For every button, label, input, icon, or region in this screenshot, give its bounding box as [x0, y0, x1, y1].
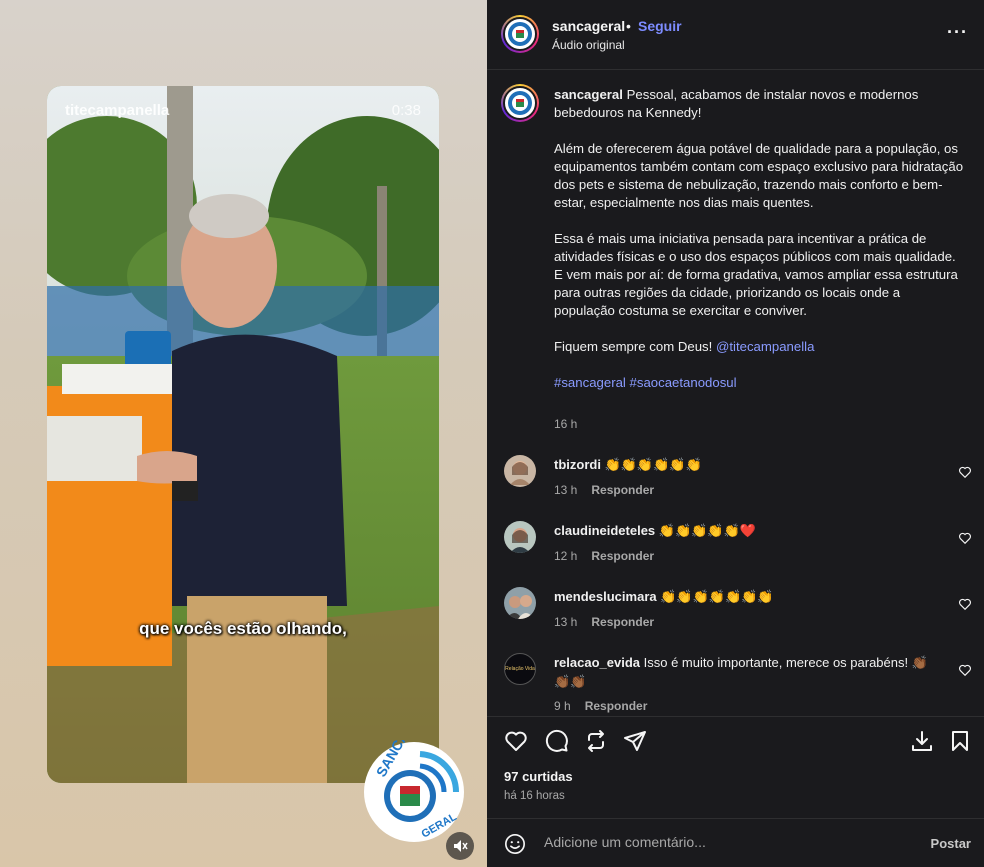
- sanca-logo-icon: [508, 91, 532, 115]
- reply-button[interactable]: Responder: [585, 699, 648, 713]
- download-icon[interactable]: [910, 729, 934, 753]
- share-icon[interactable]: [623, 729, 647, 753]
- comment-time: 13 h: [554, 615, 578, 629]
- media-panel: titecampanella 0:38 que vocês estão olha…: [0, 0, 487, 867]
- caption-paragraph-4: Fiquem sempre com Deus!: [554, 339, 713, 354]
- sanca-geral-logo: SANCA GERAL: [364, 740, 464, 842]
- commenter-avatar[interactable]: Relação Vida: [504, 653, 536, 685]
- comment-time: 12 h: [554, 549, 578, 563]
- comment-meta: 13 h Responder: [554, 615, 654, 629]
- mention-link[interactable]: @titecampanella: [716, 339, 814, 354]
- author-username[interactable]: sancageral: [552, 18, 625, 34]
- comment-text: claudineideteles 👏👏👏👏👏❤️: [554, 521, 944, 540]
- sanca-logo-icon: [508, 22, 532, 46]
- more-options-icon[interactable]: ···: [947, 22, 968, 43]
- comment-body: 👏👏👏👏👏❤️: [658, 523, 756, 538]
- post-header: sancageral • Seguir Áudio original ···: [487, 0, 984, 70]
- comment-meta: 12 h Responder: [554, 549, 654, 563]
- speaker-muted-icon: [454, 840, 468, 852]
- comment-time: 13 h: [554, 483, 578, 497]
- comment-text: tbizordi 👏👏👏👏👏👏: [554, 455, 944, 474]
- video-frame: [47, 86, 439, 783]
- video-player[interactable]: titecampanella 0:38 que vocês estão olha…: [47, 86, 439, 783]
- comment-input[interactable]: [544, 834, 904, 850]
- follow-button[interactable]: Seguir: [638, 18, 682, 34]
- reply-button[interactable]: Responder: [591, 615, 654, 629]
- commenter-avatar[interactable]: [504, 521, 536, 553]
- likes-count[interactable]: 97 curtidas: [504, 769, 573, 784]
- commenter-username[interactable]: claudineideteles: [554, 523, 655, 538]
- comment-meta: 9 h Responder: [554, 699, 647, 713]
- caption-paragraph-2: Além de oferecerem água potável de quali…: [554, 141, 964, 210]
- commenter-username[interactable]: relacao_evida: [554, 655, 640, 670]
- comment-text: mendeslucimara 👏👏👏👏👏👏👏: [554, 587, 944, 606]
- caption-username[interactable]: sancageral: [554, 87, 623, 102]
- action-bar: [487, 716, 984, 764]
- post-time: 16 h: [554, 417, 578, 431]
- bookmark-icon[interactable]: [948, 729, 972, 753]
- comment-body: 👏👏👏👏👏👏👏: [660, 589, 774, 604]
- comment-time: 9 h: [554, 699, 571, 713]
- separator-dot: •: [626, 18, 631, 34]
- commenter-avatar[interactable]: [504, 587, 536, 619]
- comment-icon[interactable]: [545, 729, 569, 753]
- video-caption: que vocês estão olhando,: [139, 619, 347, 638]
- post-comment-button[interactable]: Postar: [931, 836, 971, 851]
- repost-icon[interactable]: [584, 729, 608, 753]
- reply-button[interactable]: Responder: [591, 549, 654, 563]
- like-comment-heart-icon[interactable]: [958, 465, 972, 479]
- comment-text: relacao_evida Isso é muito importante, m…: [554, 653, 944, 691]
- commenter-username[interactable]: tbizordi: [554, 457, 601, 472]
- comment-meta: 13 h Responder: [554, 483, 654, 497]
- emoji-icon[interactable]: [504, 833, 526, 855]
- add-comment-bar: Postar: [487, 818, 984, 867]
- reply-button[interactable]: Responder: [591, 483, 654, 497]
- commenter-avatar[interactable]: [504, 455, 536, 487]
- post-panel: sancageral • Seguir Áudio original ··· s…: [487, 0, 984, 867]
- video-username: titecampanella: [65, 102, 170, 119]
- author-avatar[interactable]: [501, 15, 539, 53]
- comment-body: 👏👏👏👏👏👏: [604, 457, 702, 472]
- video-timer: 0:38: [391, 102, 421, 119]
- audio-link[interactable]: Áudio original: [552, 38, 625, 52]
- caption-paragraph-3: Essa é mais uma iniciativa pensada para …: [554, 231, 958, 318]
- mute-button[interactable]: [446, 832, 474, 860]
- heart-icon[interactable]: [504, 729, 528, 753]
- like-comment-heart-icon[interactable]: [958, 531, 972, 545]
- commenter-username[interactable]: mendeslucimara: [554, 589, 657, 604]
- post-date: há 16 horas: [504, 790, 565, 802]
- hashtags-link[interactable]: #sancageral #saocaetanodosul: [554, 374, 964, 392]
- like-comment-heart-icon[interactable]: [958, 663, 972, 677]
- like-comment-heart-icon[interactable]: [958, 597, 972, 611]
- caption-author-avatar[interactable]: [501, 84, 539, 122]
- post-caption: sancageral Pessoal, acabamos de instalar…: [554, 86, 964, 410]
